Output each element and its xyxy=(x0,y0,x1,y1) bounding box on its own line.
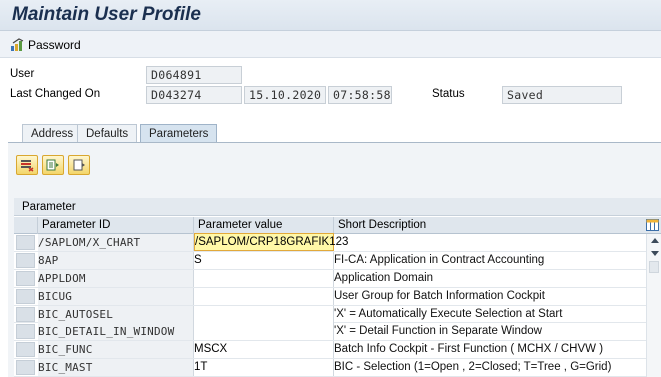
parameter-grid: Parameter Parameter ID Parameter value S… xyxy=(14,198,661,377)
row-selector[interactable] xyxy=(16,324,35,340)
row-selector[interactable] xyxy=(16,288,35,304)
cell-parameter-value[interactable] xyxy=(194,305,334,323)
vertical-scrollbar[interactable] xyxy=(646,234,661,377)
scroll-thumb[interactable] xyxy=(649,261,659,273)
delete-row-icon xyxy=(21,160,34,172)
tab-address[interactable]: Address xyxy=(22,124,83,142)
row-selector[interactable] xyxy=(16,252,35,268)
header-parameter-id[interactable]: Parameter ID xyxy=(38,217,194,234)
page-title: Maintain User Profile xyxy=(12,4,201,25)
tab-defaults[interactable]: Defaults xyxy=(77,124,138,142)
header-short-description[interactable]: Short Description xyxy=(334,217,646,234)
cell-parameter-id: BICUG xyxy=(38,287,194,305)
cell-parameter-id: APPLDOM xyxy=(38,269,194,287)
last-changed-date-field[interactable]: 15.10.2020 xyxy=(244,86,326,104)
table-row: BIC_FUNC MSCX Batch Info Cockpit - First… xyxy=(14,341,646,360)
row-selector[interactable] xyxy=(16,235,35,250)
application-toolbar: Password xyxy=(0,31,661,58)
last-changed-label: Last Changed On xyxy=(10,88,101,100)
cell-parameter-id: BIC_DETAIL_IN_WINDOW xyxy=(38,323,194,341)
cell-parameter-value[interactable] xyxy=(194,269,334,287)
cell-short-description: 'X' = Detail Function in Separate Window xyxy=(334,325,542,338)
cell-short-description: User Group for Batch Information Cockpit xyxy=(334,289,545,302)
insert-row-icon xyxy=(46,159,59,171)
cell-short-description: 'X' = Automatically Execute Selection at… xyxy=(334,307,563,320)
cell-parameter-value[interactable] xyxy=(194,323,334,341)
table-row: BIC_DETAIL_IN_WINDOW 'X' = Detail Functi… xyxy=(14,323,646,342)
delete-row-button[interactable] xyxy=(16,155,38,175)
insert-row-button[interactable] xyxy=(42,155,64,175)
password-label: Password xyxy=(28,38,81,52)
status-label: Status xyxy=(432,88,465,100)
row-selector[interactable] xyxy=(16,342,35,358)
password-key-icon xyxy=(11,38,24,51)
scroll-down-icon[interactable] xyxy=(651,251,659,256)
grid-toolbar xyxy=(16,155,90,175)
cell-parameter-id: BIC_FUNC xyxy=(38,341,194,359)
grid-header: Parameter ID Parameter value Short Descr… xyxy=(14,217,661,234)
cell-short-description: Application Domain xyxy=(334,271,434,284)
table-row: APPLDOM Application Domain xyxy=(14,269,646,288)
table-row: BIC_MAST 1T BIC - Selection (1=Open , 2=… xyxy=(14,359,646,377)
cell-parameter-value[interactable]: MSCX xyxy=(194,341,334,359)
tab-parameters[interactable]: Parameters xyxy=(140,124,218,142)
table-row: /SAPLOM/X_CHART /SAPLOM/CRP18GRAFIK123 xyxy=(14,233,646,252)
cell-parameter-value[interactable]: 1T xyxy=(194,359,334,377)
row-selector[interactable] xyxy=(16,306,35,322)
cell-parameter-id: BIC_MAST xyxy=(38,359,194,377)
cell-parameter-value[interactable]: /SAPLOM/CRP18GRAFIK123 xyxy=(194,233,348,251)
grid-rows: /SAPLOM/X_CHART /SAPLOM/CRP18GRAFIK123 8… xyxy=(14,233,646,377)
user-field[interactable]: D064891 xyxy=(146,66,242,84)
tabstrip: Address Defaults Parameters xyxy=(0,120,661,142)
column-layout-icon[interactable] xyxy=(646,219,659,231)
user-label: User xyxy=(10,68,35,80)
password-button[interactable]: Password xyxy=(10,37,81,53)
last-changed-time-field[interactable]: 07:58:58 xyxy=(328,86,392,104)
cell-short-description xyxy=(334,234,646,251)
scroll-up-icon[interactable] xyxy=(651,238,659,243)
header-form: User D064891 Last Changed On D043274 15.… xyxy=(0,58,661,118)
select-all-header[interactable] xyxy=(14,217,38,234)
cell-short-description: FI-CA: Application in Contract Accountin… xyxy=(334,253,545,266)
table-row: BIC_AUTOSEL 'X' = Automatically Execute … xyxy=(14,305,646,324)
row-selector[interactable] xyxy=(16,360,35,376)
cell-parameter-id: /SAPLOM/X_CHART xyxy=(38,234,194,251)
grid-title: Parameter xyxy=(14,198,661,216)
last-changed-by-field[interactable]: D043274 xyxy=(146,86,242,104)
table-row: 8AP S FI-CA: Application in Contract Acc… xyxy=(14,251,646,270)
title-bar: Maintain User Profile xyxy=(0,0,661,31)
details-icon xyxy=(73,159,85,171)
cell-parameter-id: 8AP xyxy=(38,251,194,269)
header-parameter-value[interactable]: Parameter value xyxy=(194,217,334,234)
cell-parameter-id: BIC_AUTOSEL xyxy=(38,305,194,323)
cell-parameter-value[interactable] xyxy=(194,287,334,305)
details-button[interactable] xyxy=(68,155,90,175)
cell-parameter-value[interactable]: S xyxy=(194,251,334,269)
status-field[interactable]: Saved xyxy=(502,86,622,104)
row-selector[interactable] xyxy=(16,270,35,286)
cell-short-description: Batch Info Cockpit - First Function ( MC… xyxy=(334,343,604,356)
table-row: BICUG User Group for Batch Information C… xyxy=(14,287,646,306)
cell-short-description: BIC - Selection (1=Open , 2=Closed; T=Tr… xyxy=(334,361,612,374)
